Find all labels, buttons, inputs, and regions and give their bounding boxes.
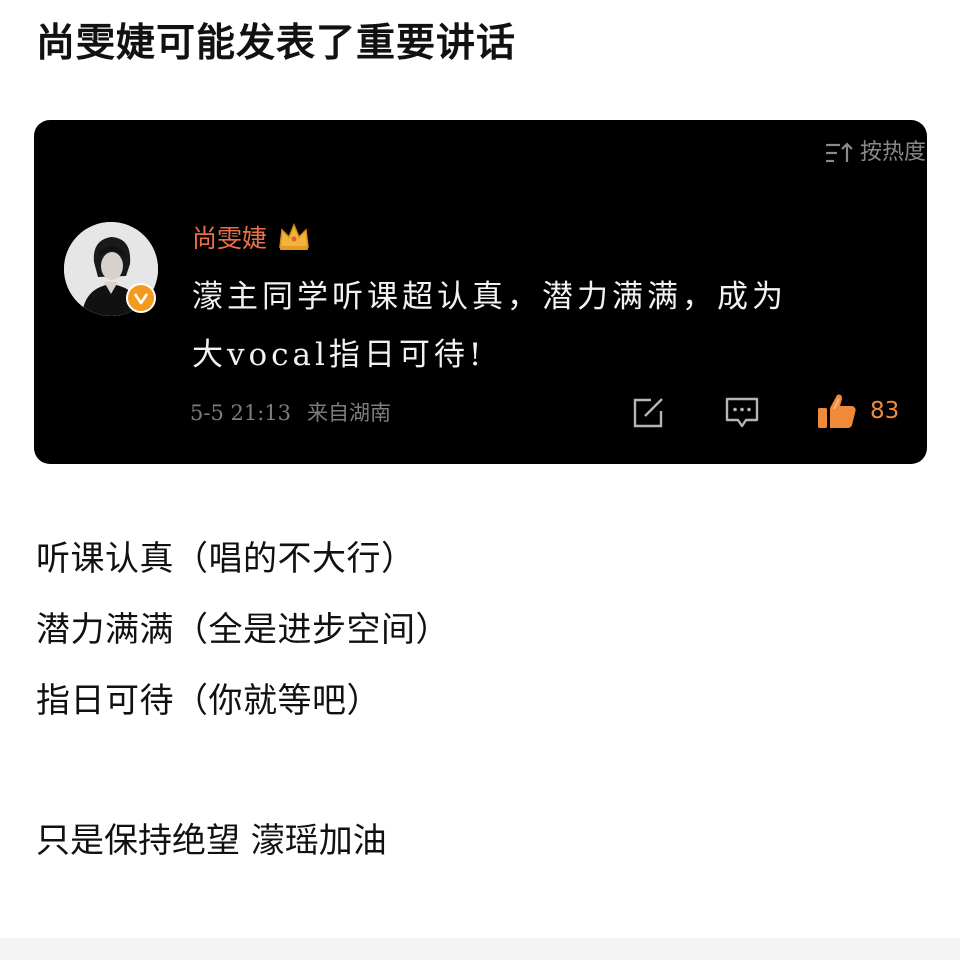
comment-text-line: 濛主同学听课超认真，潜力满满，成为 <box>192 279 787 315</box>
annotation-line: 潜力满满（全是进步空间） <box>36 610 450 650</box>
sort-descending-icon <box>824 141 854 165</box>
comment-timestamp: 5-5 21:13 <box>190 401 292 425</box>
page: 尚雯婕可能发表了重要讲话 按热度 尚雯婕 濛主同学听课超认真，潜力满满，成为 大… <box>0 0 960 960</box>
comment-location: 来自湖南 <box>307 401 392 425</box>
sort-by-popularity-button[interactable]: 按热度 <box>824 138 926 168</box>
annotation-list: 听课认真（唱的不大行） 潜力满满（全是进步空间） 指日可待（你就等吧） <box>36 524 450 737</box>
annotation-line: 听课认真（唱的不大行） <box>36 539 416 579</box>
like-button[interactable]: 83 <box>816 392 899 430</box>
sort-label: 按热度 <box>859 140 926 165</box>
annotation-line: 指日可待（你就等吧） <box>36 681 381 721</box>
closing-line: 只是保持绝望 濛瑶加油 <box>36 821 387 861</box>
comment-meta: 5-5 21:13 来自湖南 <box>190 398 391 428</box>
bottom-divider <box>0 938 960 960</box>
share-edit-icon <box>633 398 663 428</box>
thumbs-up-icon <box>818 394 856 428</box>
like-count: 83 <box>870 398 900 424</box>
reply-button[interactable] <box>724 396 760 430</box>
comment-text-line: 大vocal指日可待! <box>192 337 486 373</box>
post-title: 尚雯婕可能发表了重要讲话 <box>36 21 517 66</box>
username-row: 尚雯婕 <box>192 222 311 256</box>
share-button[interactable] <box>631 396 667 430</box>
crown-icon <box>277 222 311 256</box>
comment-icon <box>725 397 759 428</box>
verified-v-icon <box>126 283 156 313</box>
comment-text: 濛主同学听课超认真，潜力满满，成为 大vocal指日可待! <box>192 268 892 384</box>
username[interactable]: 尚雯婕 <box>192 222 267 256</box>
